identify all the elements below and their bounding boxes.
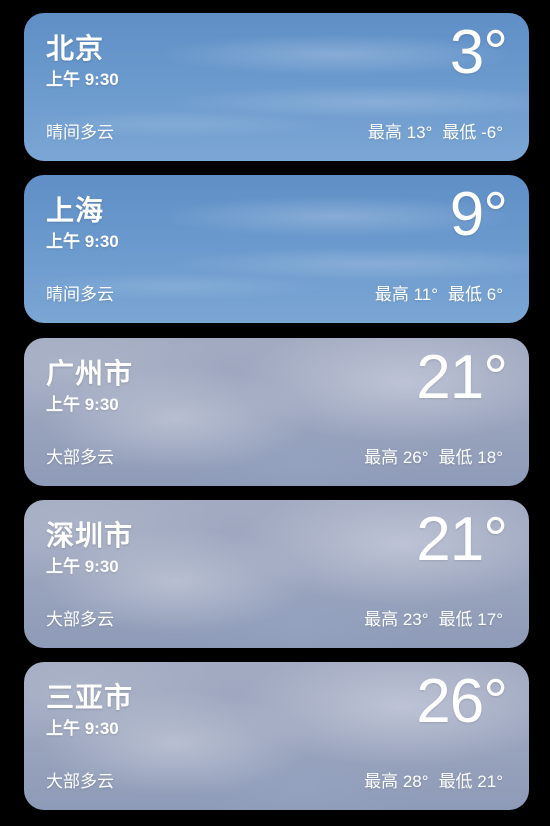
low-temperature: 最低 -6° (442, 123, 503, 142)
city-name: 深圳市 (46, 520, 134, 551)
city-weather-list: 北京 上午 9:30 3° 晴间多云 最高 13° 最低 -6° 上海 上午 9:… (0, 0, 550, 826)
current-temperature: 3° (449, 18, 508, 87)
low-temperature: 最低 17° (438, 610, 503, 629)
city-name: 上海 (46, 195, 105, 226)
local-time: 上午 9:30 (46, 232, 119, 251)
city-name: 北京 (46, 33, 105, 64)
temperature-range: 最高 23° 最低 17° (364, 605, 503, 630)
city-card-guangzhou[interactable]: 广州市 上午 9:30 21° 大部多云 最高 26° 最低 18° (24, 338, 529, 486)
weather-condition: 晴间多云 (46, 123, 114, 142)
city-name: 广州市 (46, 358, 134, 389)
weather-condition: 大部多云 (46, 610, 114, 629)
temperature-range: 最高 26° 最低 18° (364, 443, 503, 468)
temperature-range: 最高 11° 最低 6° (375, 280, 503, 305)
local-time: 上午 9:30 (46, 719, 119, 738)
temperature-range: 最高 28° 最低 21° (364, 767, 503, 792)
current-temperature: 26° (416, 667, 508, 736)
low-temperature: 最低 18° (438, 448, 503, 467)
high-temperature: 最高 11° (374, 285, 439, 304)
weather-condition: 大部多云 (46, 772, 114, 791)
low-temperature: 最低 6° (448, 285, 503, 304)
high-temperature: 最高 13° (367, 123, 433, 142)
high-temperature: 最高 28° (364, 772, 429, 791)
weather-condition: 大部多云 (46, 448, 114, 467)
city-card-shanghai[interactable]: 上海 上午 9:30 9° 晴间多云 最高 11° 最低 6° (24, 175, 529, 323)
city-card-sanya[interactable]: 三亚市 上午 9:30 26° 大部多云 最高 28° 最低 21° (24, 662, 529, 810)
low-temperature: 最低 21° (438, 772, 503, 791)
high-temperature: 最高 23° (364, 610, 429, 629)
local-time: 上午 9:30 (46, 557, 119, 576)
current-temperature: 9° (449, 180, 508, 249)
temperature-range: 最高 13° 最低 -6° (368, 118, 503, 143)
city-card-shenzhen[interactable]: 深圳市 上午 9:30 21° 大部多云 最高 23° 最低 17° (24, 500, 529, 648)
weather-condition: 晴间多云 (46, 285, 114, 304)
local-time: 上午 9:30 (46, 395, 119, 414)
high-temperature: 最高 26° (364, 448, 429, 467)
city-name: 三亚市 (46, 682, 134, 713)
city-card-beijing[interactable]: 北京 上午 9:30 3° 晴间多云 最高 13° 最低 -6° (24, 13, 529, 161)
current-temperature: 21° (416, 505, 508, 574)
local-time: 上午 9:30 (46, 70, 119, 89)
current-temperature: 21° (416, 343, 508, 412)
